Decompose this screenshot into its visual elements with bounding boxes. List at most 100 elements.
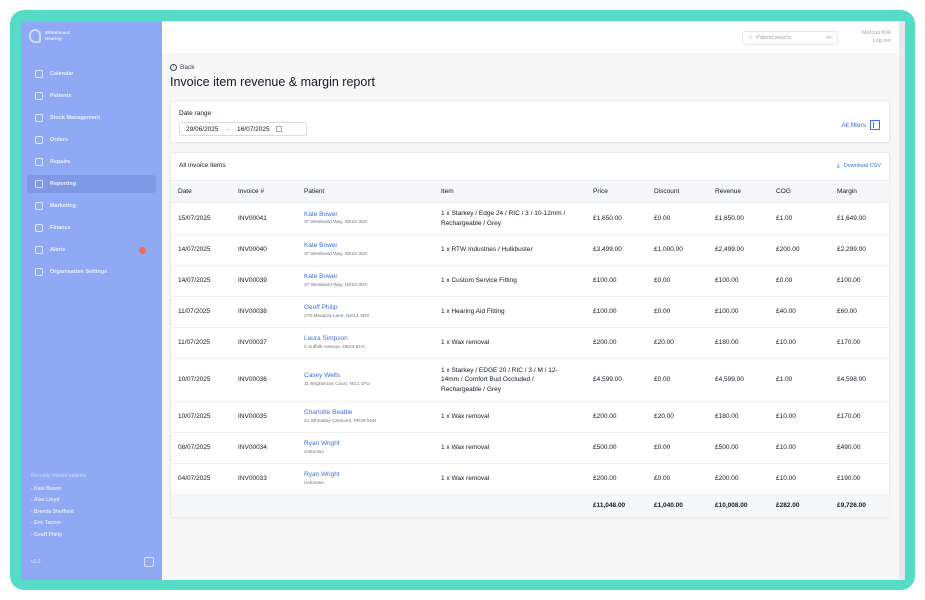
sidebar-item-marketing[interactable]: Marketing	[27, 197, 156, 215]
patient-link[interactable]: Kate Bower	[304, 210, 434, 220]
patient-address: 37 Westward Way, DE22 3HC	[304, 220, 368, 226]
table-row[interactable]: 11/07/2025 INV00038 Geoff Philip 276 Meadow…	[171, 296, 890, 328]
total-cog: £282.00	[769, 494, 830, 517]
search-placeholder: Patient search	[756, 35, 792, 41]
sidebar-item-patients[interactable]: Patients	[27, 87, 156, 105]
collapse-sidebar-icon[interactable]	[144, 557, 154, 567]
patient-link[interactable]: Ryan Wright	[304, 470, 434, 480]
logout-link[interactable]: Log out	[862, 37, 891, 45]
cell-margin: £4,598.00	[830, 358, 890, 402]
cell-margin: £60.00	[830, 296, 890, 328]
cell-date: 15/07/2025	[171, 202, 231, 235]
column-header[interactable]: Date	[171, 180, 231, 203]
cell-discount: £0.00	[647, 463, 708, 495]
filter-panel-icon	[870, 120, 880, 130]
search-icon: ⌕	[749, 34, 753, 41]
sidebar-item-calendar[interactable]: Calendar	[27, 65, 156, 83]
recent-patient-link[interactable]: - Alan Lloyd	[31, 495, 86, 507]
scrollbar[interactable]	[899, 21, 905, 580]
table-row[interactable]: 08/07/2025 INV00034 Ryan Wright Unknown 1 x …	[171, 432, 890, 464]
main-content: ⌕ Patient search ⌘K Marcus Kirk Log out …	[162, 21, 905, 580]
total-revenue: £10,008.00	[708, 494, 769, 517]
sidebar-item-repairs[interactable]: Repairs	[27, 153, 156, 171]
patient-link[interactable]: Casey Wells	[304, 371, 434, 381]
cell-invoice: INV00040	[231, 234, 297, 266]
cell-date: 14/07/2025	[171, 234, 231, 266]
sidebar-item-reporting[interactable]: Reporting	[27, 175, 156, 193]
sidebar-item-label: Reporting	[50, 181, 76, 187]
column-header[interactable]: Patient	[297, 180, 434, 203]
back-link[interactable]: ‹ Back	[170, 64, 194, 71]
column-header[interactable]: Discount	[647, 180, 708, 203]
patient-link[interactable]: Ryan Wright	[304, 439, 434, 449]
column-header[interactable]: Invoice #	[231, 180, 297, 203]
table-heading: All invoice items	[179, 162, 226, 169]
cell-invoice: INV00037	[231, 327, 297, 359]
table-row[interactable]: 14/07/2025 INV00040 Kate Bower 37 Westward …	[171, 234, 890, 266]
user-menu[interactable]: Marcus Kirk Log out	[862, 29, 891, 45]
alert-badge	[139, 246, 146, 254]
sidebar-item-finance[interactable]: Finance	[27, 219, 156, 237]
cell-date: 08/07/2025	[171, 432, 231, 464]
column-header[interactable]: COG	[769, 180, 830, 203]
cell-margin: £170.00	[830, 401, 890, 433]
sidebar-item-stock-management[interactable]: Stock Management	[27, 109, 156, 127]
cell-item: 1 x Wax removal	[434, 432, 586, 464]
cell-revenue: £2,499.00	[708, 234, 769, 266]
table-row[interactable]: 14/07/2025 INV00039 Kate Bower 37 Westward …	[171, 265, 890, 297]
calendar-icon	[275, 126, 282, 132]
invoice-items-card: All invoice items ⤓ Download CSV Date Inv…	[170, 152, 890, 518]
cell-price: £1,650.00	[586, 202, 647, 235]
sidebar-item-orders[interactable]: Orders	[27, 131, 156, 149]
recent-patient-link[interactable]: - Geoff Philip	[31, 530, 86, 542]
cell-cog: £40.00	[769, 296, 830, 328]
table-row[interactable]: 04/07/2025 INV00033 Ryan Wright Unknown 1 x …	[171, 463, 890, 495]
wrench-icon	[35, 158, 43, 166]
cell-item: 1 x Hearing Aid Fitting	[434, 296, 586, 328]
column-header[interactable]: Item	[434, 180, 586, 203]
table-row[interactable]: 15/07/2025 INV00041 Kate Bower 37 Westward …	[171, 202, 890, 235]
patient-link[interactable]: Kate Bower	[304, 272, 434, 282]
patient-link[interactable]: Kate Bower	[304, 241, 434, 251]
cell-cog: £10.00	[769, 327, 830, 359]
column-header[interactable]: Revenue	[708, 180, 769, 203]
cell-invoice: INV00038	[231, 296, 297, 328]
cell-price: £100.00	[586, 296, 647, 328]
recent-patient-link[interactable]: - Kate Bower	[31, 484, 86, 496]
recent-patient-link[interactable]: - Eric Tanner	[31, 518, 86, 530]
ear-logo-icon	[29, 29, 41, 43]
date-start: 29/06/2025	[186, 125, 219, 133]
cell-price: £100.00	[586, 265, 647, 297]
cell-cog: £0.00	[769, 265, 830, 297]
date-range-picker[interactable]: 29/06/2025 → 16/07/2025	[179, 122, 307, 136]
logo[interactable]: Whiteboard Hearing	[29, 29, 70, 43]
sidebar-item-organisation-settings[interactable]: Organisation Settings	[27, 263, 156, 281]
table-row[interactable]: 10/07/2025 INV00035 Charlotte Beattie 21 Wh…	[171, 401, 890, 433]
recent-patient-link[interactable]: - Brenda Sheffield	[31, 507, 86, 519]
cell-invoice: INV00035	[231, 401, 297, 433]
table-row[interactable]: 11/07/2025 INV00037 Laura Simpson 4 Suffolk…	[171, 327, 890, 359]
patient-search-input[interactable]: ⌕ Patient search ⌘K	[742, 31, 838, 45]
cell-patient: Charlotte Beattie 21 Wheatley Crescent, P…	[297, 401, 434, 433]
column-header[interactable]: Margin	[830, 180, 890, 203]
sidebar-item-label: Organisation Settings	[50, 269, 108, 275]
cell-cog: £1.00	[769, 202, 830, 235]
wallet-icon	[35, 224, 43, 232]
sidebar-item-alerts[interactable]: Alerts	[27, 241, 156, 259]
download-csv-button[interactable]: ⤓ Download CSV	[837, 162, 881, 170]
patient-address: 11 Brightmoor Court, NG1 1FG	[304, 381, 371, 387]
cell-revenue: £100.00	[708, 265, 769, 297]
patient-link[interactable]: Charlotte Beattie	[304, 408, 434, 418]
patient-link[interactable]: Laura Simpson	[304, 334, 434, 344]
back-label: Back	[180, 64, 195, 71]
sidebar-item-label: Orders	[50, 137, 69, 143]
cell-patient: Kate Bower 37 Westward Way, DE22 3HC	[297, 202, 434, 235]
table-row[interactable]: 10/07/2025 INV00036 Casey Wells 11 Brightmo…	[171, 358, 890, 402]
all-filters-button[interactable]: All filters	[841, 120, 880, 130]
cell-patient: Ryan Wright Unknown	[297, 432, 434, 464]
cell-date: 11/07/2025	[171, 296, 231, 328]
patient-link[interactable]: Geoff Philip	[304, 303, 434, 313]
column-header[interactable]: Price	[586, 180, 647, 203]
patient-address: 276 Meadow Lane, NG14 3RX	[304, 313, 370, 319]
cell-patient: Casey Wells 11 Brightmoor Court, NG1 1FG	[297, 358, 434, 402]
